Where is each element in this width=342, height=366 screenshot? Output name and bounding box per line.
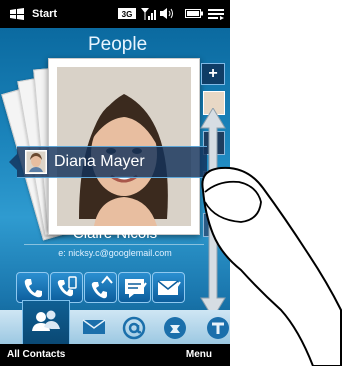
mail-icon[interactable] xyxy=(82,318,106,336)
call-mobile-icon xyxy=(57,276,77,297)
sms-button[interactable] xyxy=(118,272,151,303)
phone-icon xyxy=(24,279,42,298)
selection-caret xyxy=(9,154,17,170)
3g-icon: 3G xyxy=(118,8,136,19)
battery-icon xyxy=(185,9,203,18)
email-button[interactable] xyxy=(152,272,185,303)
at-icon[interactable] xyxy=(122,316,146,340)
finger-gesture-illustration xyxy=(201,166,342,366)
divider xyxy=(24,244,204,245)
page-title: People xyxy=(88,34,148,55)
sms-icon xyxy=(125,279,147,298)
call-button[interactable] xyxy=(16,272,49,303)
svg-text:3G: 3G xyxy=(122,10,133,19)
all-contacts-softkey[interactable]: All Contacts xyxy=(7,349,65,360)
call-work-button[interactable] xyxy=(84,272,117,303)
selected-contact-name: Diana Mayer xyxy=(54,153,145,170)
call-work-icon xyxy=(91,275,113,299)
volume-icon xyxy=(160,8,173,19)
all-contacts-icon xyxy=(32,310,60,331)
selected-contact-bar[interactable]: Diana Mayer xyxy=(17,146,207,178)
signal-icon xyxy=(141,8,156,20)
nav-all-contacts[interactable] xyxy=(22,300,70,344)
add-contact-button[interactable]: + xyxy=(201,63,225,85)
contact-card-icon[interactable] xyxy=(163,316,187,340)
call-mobile-button[interactable] xyxy=(50,272,83,303)
contact-avatar-icon xyxy=(25,150,47,174)
email-icon xyxy=(157,280,181,295)
status-bar: Start 3G xyxy=(0,0,230,28)
connection-icon xyxy=(208,9,224,20)
start-label[interactable]: Start xyxy=(32,8,57,20)
windows-logo-icon[interactable] xyxy=(9,7,25,21)
